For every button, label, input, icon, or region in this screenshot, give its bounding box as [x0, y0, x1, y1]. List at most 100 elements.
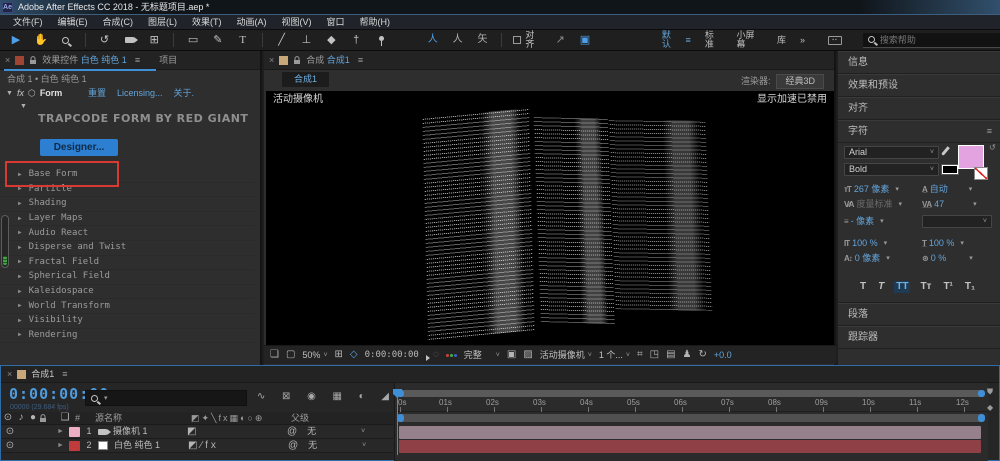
- shy-layers-icon[interactable]: ◉: [307, 392, 316, 402]
- kerning-field[interactable]: V∕A 度量标准▾: [844, 200, 902, 209]
- layer-name[interactable]: 白色 纯色 1: [114, 441, 188, 450]
- parent-dropdown[interactable]: 无˅: [307, 427, 371, 436]
- comp-marker-bin-icon[interactable]: ⛊: [987, 388, 997, 396]
- group-world-transform[interactable]: World Transform: [0, 299, 255, 314]
- leading-field[interactable]: A̲ 自动▾: [922, 185, 972, 194]
- no-stroke-swatch[interactable]: [974, 167, 988, 180]
- panel-tracker[interactable]: 跟踪器: [838, 326, 1000, 349]
- parent-pickwhip-icon[interactable]: @: [287, 427, 297, 437]
- menu-edit[interactable]: 编辑(E): [51, 18, 95, 27]
- faux-bold-button[interactable]: T: [858, 281, 868, 293]
- group-visibility[interactable]: Visibility: [0, 314, 255, 329]
- group-kaleidospace[interactable]: Kaleidospace: [0, 285, 255, 300]
- tracking-field[interactable]: V̲A̲ 47▾: [922, 200, 977, 209]
- menu-view[interactable]: 视图(V): [275, 18, 319, 27]
- stroke-style-dropdown[interactable]: ˅: [922, 215, 992, 228]
- transform-box-icon[interactable]: ▣: [577, 32, 593, 48]
- workspace-overflow-chevron[interactable]: »: [800, 36, 805, 45]
- workspace-small-screen[interactable]: 小屏幕: [736, 31, 763, 49]
- snap-checkbox-icon[interactable]: [513, 36, 521, 44]
- renderer-value-button[interactable]: 经典3D: [776, 74, 824, 89]
- menu-file[interactable]: 文件(F): [6, 18, 50, 27]
- reset-exposure-icon[interactable]: ↻: [699, 350, 707, 360]
- roto-brush-tool-icon[interactable]: †: [348, 32, 364, 48]
- small-caps-button[interactable]: Tт: [918, 281, 933, 293]
- close-panel-icon[interactable]: ×: [7, 370, 12, 379]
- group-layer-maps[interactable]: Layer Maps: [0, 212, 255, 227]
- panel-menu-icon[interactable]: ≡: [987, 127, 992, 136]
- time-ruler[interactable]: 0s 01s 02s 03s 04s 05s 06s 07s 08s 09s 1…: [395, 398, 989, 412]
- tab-composition[interactable]: 合成 合成1: [306, 56, 350, 65]
- workspace-layout-icon[interactable]: ▪▪: [828, 36, 842, 45]
- designer-button[interactable]: Designer...: [40, 139, 118, 156]
- licensing-link[interactable]: Licensing...: [117, 89, 163, 98]
- comp-viewer-tab[interactable]: 合成1: [282, 72, 329, 87]
- collapse-arrow-icon[interactable]: ▼: [6, 90, 13, 97]
- panel-menu-icon[interactable]: ≡: [135, 56, 140, 65]
- close-panel-icon[interactable]: ×: [5, 56, 10, 65]
- menu-effect[interactable]: 效果(T): [185, 18, 229, 27]
- stroke-width-field[interactable]: ≡ - 像素▾: [844, 217, 884, 226]
- menu-window[interactable]: 窗口: [320, 18, 352, 27]
- help-search-input[interactable]: [880, 35, 980, 45]
- timeline-search-box[interactable]: ▾: [85, 390, 247, 406]
- expand-arrow-icon[interactable]: ►: [57, 428, 69, 435]
- magnification-dropdown[interactable]: 50%˅: [302, 351, 327, 360]
- workspace-menu-icon[interactable]: ≡: [686, 36, 691, 45]
- panel-effects-presets[interactable]: 效果和预设: [838, 74, 1000, 97]
- faux-italic-button[interactable]: T: [876, 281, 886, 293]
- preview-timecode[interactable]: 0:00:00:00: [365, 351, 419, 360]
- resolution-dropdown[interactable]: 完整˅: [464, 351, 500, 360]
- puppet-pin-tool-icon[interactable]: [373, 32, 389, 48]
- reset-link[interactable]: 重置: [88, 89, 106, 98]
- brush-tool-icon[interactable]: ╱: [274, 32, 290, 48]
- pixel-aspect-icon[interactable]: ⌗: [637, 350, 643, 360]
- fast-preview-icon[interactable]: ◳: [650, 350, 659, 360]
- world-axis-mode-icon[interactable]: 人: [450, 32, 466, 48]
- workspace-standard[interactable]: 标准: [705, 31, 723, 49]
- workspace-default[interactable]: 默认: [662, 31, 680, 49]
- mask-visibility-icon[interactable]: ◇: [350, 350, 358, 360]
- all-caps-button[interactable]: TT: [894, 281, 910, 293]
- fx-badge-icon[interactable]: fx: [17, 89, 24, 98]
- tab-effect-controls[interactable]: 效果控件 白色 纯色 1: [42, 56, 127, 65]
- parent-dropdown[interactable]: 无˅: [308, 441, 372, 450]
- layer-switches[interactable]: ◩∕fx: [188, 441, 288, 451]
- about-link[interactable]: 关于.: [174, 89, 195, 98]
- clone-stamp-tool-icon[interactable]: ⊥: [299, 32, 315, 48]
- motion-blur-icon[interactable]: ◐: [359, 392, 365, 402]
- view-axis-mode-icon[interactable]: 矢: [475, 32, 491, 48]
- rectangle-tool-icon[interactable]: ▭: [185, 32, 201, 48]
- source-name-column-label[interactable]: 源名称: [95, 414, 191, 423]
- composition-viewer[interactable]: 活动摄像机 显示加速已禁用: [266, 91, 834, 345]
- flowchart-icon[interactable]: ♟: [683, 350, 692, 360]
- expand-arrow-icon[interactable]: ►: [57, 442, 69, 449]
- menu-composition[interactable]: 合成(C): [96, 18, 141, 27]
- panel-menu-icon[interactable]: ≡: [62, 370, 67, 379]
- work-area-bar[interactable]: [397, 414, 985, 422]
- panel-scrollbar[interactable]: [1, 215, 9, 268]
- expand-arrow-icon[interactable]: ▼: [20, 103, 27, 110]
- font-family-dropdown[interactable]: Arial˅: [844, 146, 939, 159]
- pen-tool-icon[interactable]: ✎: [210, 32, 226, 48]
- workspace-library[interactable]: 库: [777, 36, 786, 45]
- font-size-field[interactable]: тT 267 像素▾: [844, 185, 899, 194]
- draft-3d-icon[interactable]: ⊠: [282, 392, 290, 402]
- layer-switches[interactable]: ◩: [187, 427, 287, 437]
- black-white-swatch-icon[interactable]: [942, 165, 958, 174]
- comp-button-icon[interactable]: ◆: [987, 404, 997, 412]
- rotation-tool-icon[interactable]: ↺: [97, 32, 113, 48]
- layer-label-color[interactable]: [69, 441, 80, 451]
- view-layout-dropdown[interactable]: 1 个...˅: [599, 351, 630, 360]
- time-navigator-bar[interactable]: [397, 390, 985, 397]
- zoom-tool-icon[interactable]: [58, 32, 74, 48]
- baseline-shift-field[interactable]: A↕ 0 像素▾: [844, 254, 890, 263]
- layer-label-color[interactable]: [69, 427, 80, 437]
- horizontal-scale-field[interactable]: T̲ 100 %▾: [922, 239, 964, 248]
- group-spherical-field[interactable]: Spherical Field: [0, 270, 255, 285]
- timeline-tab[interactable]: 合成1: [31, 370, 54, 379]
- group-disperse-and-twist[interactable]: Disperse and Twist: [0, 241, 255, 256]
- swap-fill-stroke-icon[interactable]: ↺: [989, 144, 996, 152]
- transparency-grid-icon[interactable]: ▨: [523, 350, 532, 360]
- group-shading[interactable]: Shading: [0, 197, 255, 212]
